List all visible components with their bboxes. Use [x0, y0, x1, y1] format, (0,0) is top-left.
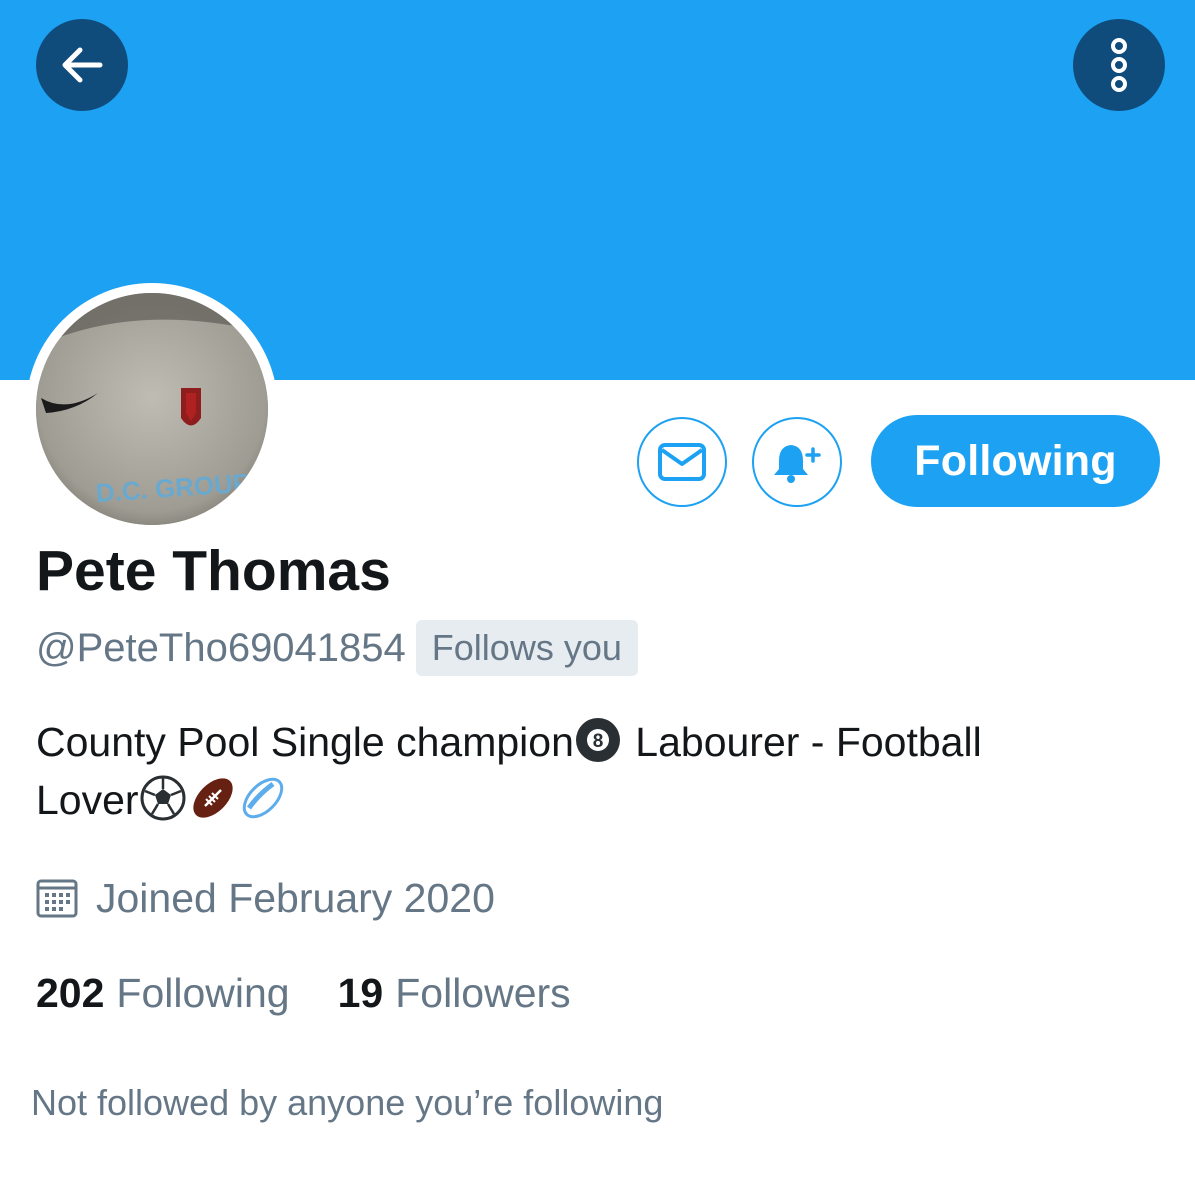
american-football-emoji [192, 778, 233, 818]
followers-stat[interactable]: 19 Followers [338, 970, 571, 1017]
bio-text-line1-rest: Labourer - Football [623, 719, 982, 765]
handle-row: @PeteTho69041854 Follows you [36, 620, 638, 676]
rugby-ball-emoji [242, 777, 283, 819]
joined-date: Joined February 2020 [96, 874, 495, 921]
followers-label: Followers [395, 969, 571, 1016]
avatar[interactable]: D.C. GROUP [26, 283, 278, 535]
bell-plus-icon [774, 445, 821, 483]
profile-name: Pete Thomas [36, 539, 391, 603]
profile-handle: @PeteTho69041854 [36, 626, 406, 670]
notifications-button[interactable] [752, 417, 842, 507]
bio-text-line2: Lover [36, 777, 139, 823]
message-button[interactable] [637, 417, 727, 507]
soccer-ball-emoji [140, 775, 186, 821]
mutual-followers-text: Not followed by anyone you’re following [31, 1082, 664, 1123]
following-count: 202 [36, 969, 105, 1016]
profile-bio: County Pool Single champion 8 Labourer -… [36, 713, 1156, 829]
following-stat[interactable]: 202 Following [36, 970, 290, 1017]
following-label: Following [116, 969, 290, 1016]
joined-row: Joined February 2020 [36, 870, 495, 926]
pool-8-ball-emoji: 8 [575, 718, 620, 762]
followers-count: 19 [337, 969, 384, 1016]
more-options-button[interactable] [1073, 19, 1165, 111]
following-button[interactable]: Following [871, 415, 1160, 507]
avatar-image: D.C. GROUP [36, 293, 268, 525]
vertical-ellipsis-icon [1111, 38, 1127, 92]
arrow-left-icon [62, 47, 103, 83]
calendar-icon [36, 879, 78, 918]
envelope-icon [658, 443, 706, 481]
follows-you-badge: Follows you [415, 620, 638, 676]
profile-page: D.C. GROUP Following Pete Thomas @PeteTh… [0, 0, 1195, 1200]
svg-text:8: 8 [593, 731, 604, 752]
bio-text-line1: County Pool Single champion [36, 719, 574, 765]
back-button[interactable] [36, 19, 128, 111]
follow-stats: 202 Following 19 Followers [36, 965, 571, 1021]
